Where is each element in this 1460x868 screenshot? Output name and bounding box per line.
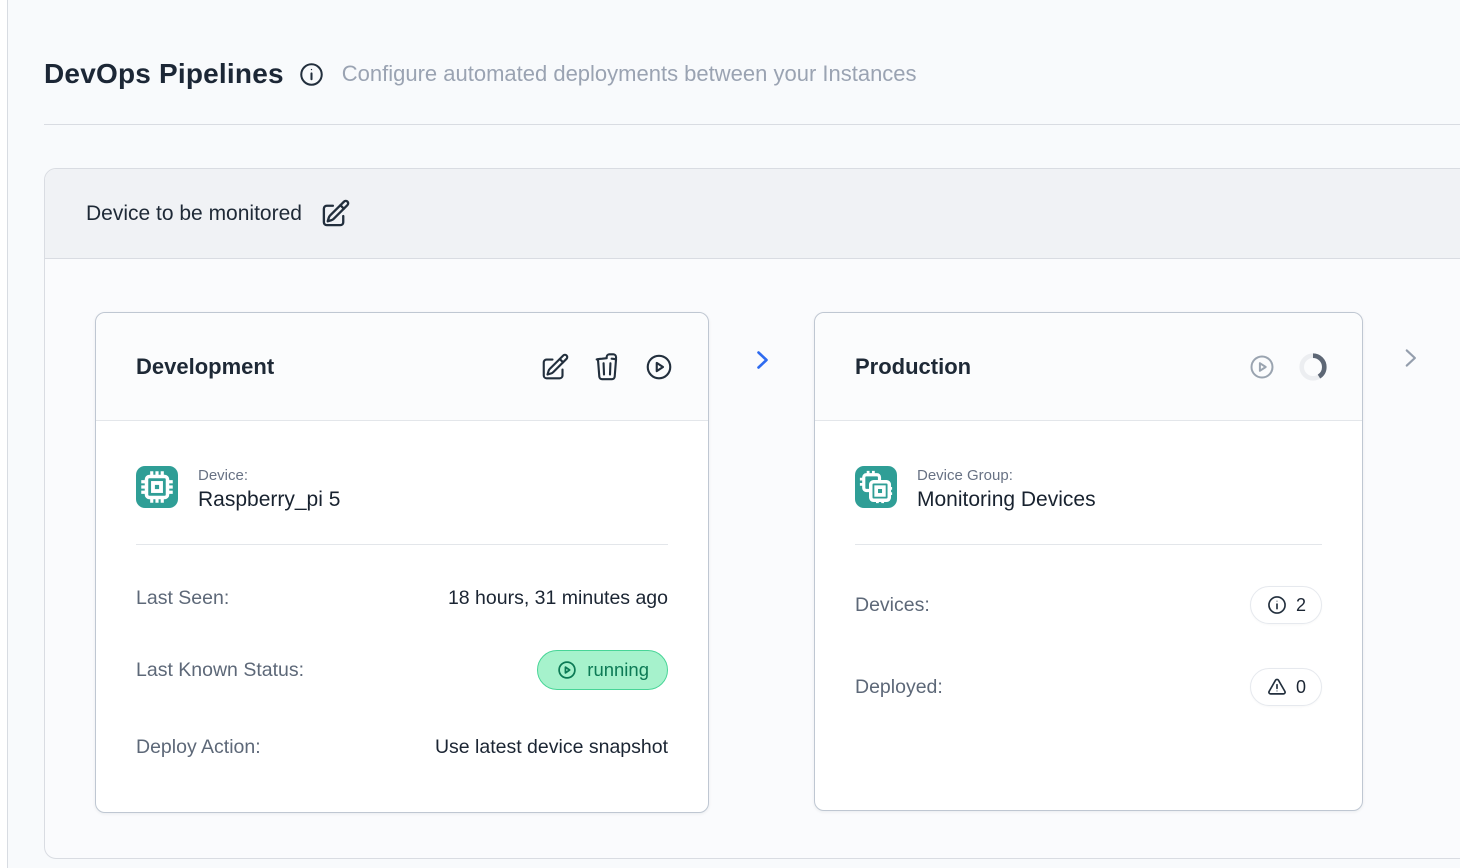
- development-actions: [540, 352, 674, 382]
- last-known-status-label: Last Known Status:: [136, 659, 304, 682]
- device-group-label: Device Group:: [917, 467, 1096, 484]
- header-divider: [44, 124, 1460, 125]
- delete-stage-icon[interactable]: [592, 352, 622, 382]
- deployed-count: 0: [1296, 677, 1306, 698]
- cpu-chip-icon: [136, 466, 178, 508]
- last-seen-label: Last Seen:: [136, 587, 229, 610]
- stage-title: Development: [136, 354, 274, 380]
- deployed-row: Deployed: 0: [855, 668, 1322, 706]
- deploy-action-value: Use latest device snapshot: [435, 736, 668, 759]
- stage-card-production: Production: [814, 312, 1363, 811]
- last-known-status-row: Last Known Status: running: [136, 650, 668, 690]
- device-group-info: Device Group: Monitoring Devices: [917, 466, 1096, 512]
- run-stage-icon-disabled[interactable]: [1248, 353, 1276, 381]
- production-card-body: Device Group: Monitoring Devices Devices…: [815, 421, 1362, 706]
- production-actions: [1248, 352, 1328, 382]
- play-circle-icon: [556, 659, 578, 681]
- last-seen-row: Last Seen: 18 hours, 31 minutes ago: [136, 587, 668, 610]
- run-stage-icon[interactable]: [644, 352, 674, 382]
- spinner-icon: [1298, 352, 1328, 382]
- devices-label: Devices:: [855, 594, 930, 617]
- page-title: DevOps Pipelines: [44, 58, 284, 90]
- card-divider: [855, 544, 1322, 545]
- chevron-right-icon: [750, 348, 774, 372]
- development-card-body: Device: Raspberry_pi 5 Last Seen: 18 hou…: [96, 421, 708, 759]
- pipeline-stages: Development: [95, 312, 1423, 813]
- cpu-chip-group-icon: [855, 466, 897, 508]
- card-divider: [136, 544, 668, 545]
- flow-connector: [709, 312, 814, 372]
- stage-title: Production: [855, 354, 971, 380]
- page-header: DevOps Pipelines Configure automated dep…: [44, 58, 917, 90]
- pipeline-panel-body: Development: [45, 259, 1460, 859]
- devices-row: Devices: 2: [855, 586, 1322, 624]
- device-group-row: Device Group: Monitoring Devices: [855, 421, 1322, 512]
- pipeline-panel: Device to be monitored Development: [44, 168, 1460, 859]
- deployed-label: Deployed:: [855, 676, 943, 699]
- info-circle-icon: [1266, 594, 1288, 616]
- device-info: Device: Raspberry_pi 5: [198, 466, 340, 512]
- last-seen-value: 18 hours, 31 minutes ago: [448, 587, 668, 610]
- deploy-action-row: Deploy Action: Use latest device snapsho…: [136, 736, 668, 759]
- production-card-header: Production: [815, 313, 1362, 421]
- info-icon[interactable]: [298, 61, 325, 88]
- devices-count-badge[interactable]: 2: [1250, 586, 1322, 624]
- device-row: Device: Raspberry_pi 5: [136, 421, 668, 512]
- edit-stage-icon[interactable]: [540, 352, 570, 382]
- development-card-header: Development: [96, 313, 708, 421]
- status-badge: running: [537, 650, 668, 690]
- warning-triangle-icon: [1266, 676, 1288, 698]
- devices-count: 2: [1296, 595, 1306, 616]
- left-edge-divider: [0, 0, 8, 868]
- page-subtitle: Configure automated deployments between …: [342, 61, 917, 87]
- deployed-count-badge[interactable]: 0: [1250, 668, 1322, 706]
- device-label: Device:: [198, 467, 340, 484]
- stage-card-development: Development: [95, 312, 709, 813]
- pipeline-panel-header: Device to be monitored: [45, 169, 1460, 259]
- next-stage-chevron-icon[interactable]: [1397, 345, 1423, 371]
- pipeline-name: Device to be monitored: [86, 202, 302, 226]
- device-group-name: Monitoring Devices: [917, 488, 1096, 512]
- edit-pipeline-icon[interactable]: [320, 198, 351, 229]
- status-badge-label: running: [587, 659, 649, 681]
- device-name: Raspberry_pi 5: [198, 488, 340, 512]
- deploy-action-label: Deploy Action:: [136, 736, 261, 759]
